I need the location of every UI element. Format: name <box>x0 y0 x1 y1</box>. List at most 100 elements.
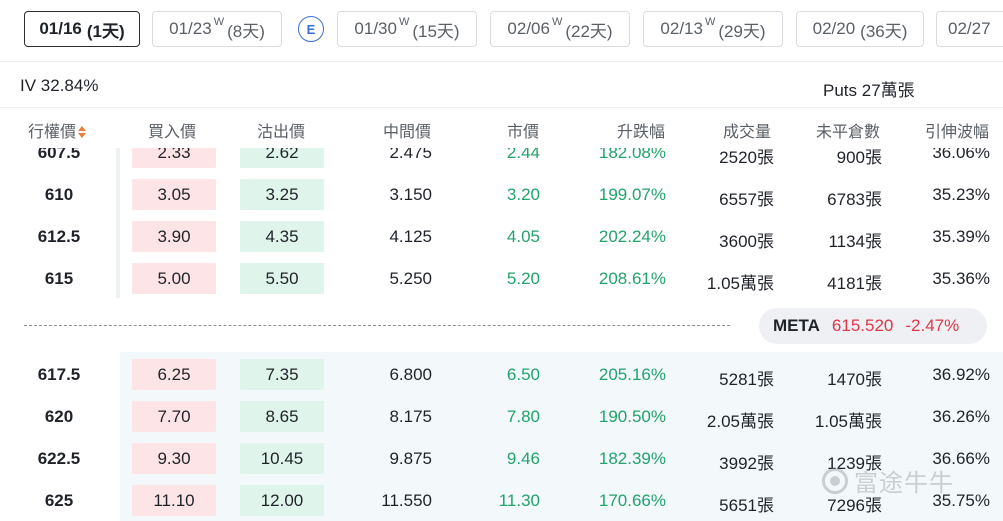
last-price: 11.30 <box>498 491 540 510</box>
bid-price[interactable]: 7.70 <box>132 401 216 432</box>
ask-price[interactable]: 10.45 <box>240 443 324 474</box>
expiry-days: (1天) <box>86 21 125 41</box>
expiry-date: 02/20 <box>812 19 856 38</box>
implied-vol: 36.26% <box>932 407 990 426</box>
strike-price: 622.5 <box>37 449 81 468</box>
column-header-iv: 引伸波幅 <box>925 124 990 141</box>
open-interest: 4181張 <box>827 274 882 293</box>
current-price-divider <box>24 325 730 326</box>
mid-price: 9.875 <box>389 449 432 468</box>
summary-row: IV 32.84% Puts 27萬張 <box>0 62 1003 108</box>
mid-price: 4.125 <box>389 227 432 246</box>
weekly-marker: W <box>398 16 410 28</box>
bid-price[interactable]: 11.10 <box>132 485 216 516</box>
expiry-date: 02/27 <box>948 19 991 38</box>
expiry-tab[interactable]: 02/27 <box>936 11 1003 47</box>
table-row[interactable]: 620 7.70 8.65 8.175 7.80 190.50% 2.05萬張 … <box>0 396 1003 438</box>
table-row[interactable]: 610 3.05 3.25 3.150 3.20 199.07% 6557張 6… <box>0 174 1003 216</box>
column-header-mid: 中間價 <box>383 124 432 141</box>
watermark-text: 富途牛牛 <box>854 470 954 497</box>
last-price: 7.80 <box>506 407 540 426</box>
strike-price: 617.5 <box>37 365 81 384</box>
expiry-tab[interactable]: 02/13 W (29天) <box>643 11 783 47</box>
implied-vol: 35.23% <box>932 185 990 204</box>
volume: 3992張 <box>719 454 774 473</box>
column-header-open-interest: 未平倉數 <box>816 124 881 141</box>
change-percent: 202.24% <box>598 227 666 246</box>
change-percent: 182.39% <box>598 449 666 468</box>
strike-price: 625 <box>44 491 74 510</box>
table-row[interactable]: 607.5 2.33 2.62 2.475 2.44 182.08% 2520張… <box>0 148 1003 174</box>
bid-price[interactable]: 6.25 <box>132 359 216 390</box>
expiry-days: (8天) <box>227 21 265 41</box>
expiry-tab[interactable]: 01/30 W (15天) <box>337 11 477 47</box>
ask-price[interactable]: 3.25 <box>240 179 324 210</box>
expiry-days: (22天) <box>565 21 613 41</box>
column-header-volume: 成交量 <box>723 124 772 141</box>
strike-price: 620 <box>44 407 74 426</box>
last-price: 4.05 <box>506 227 540 246</box>
bid-price[interactable]: 2.33 <box>132 148 216 168</box>
volume: 2520張 <box>719 148 774 167</box>
strike-price: 607.5 <box>37 148 81 162</box>
expiry-tab[interactable]: 01/23 W (8天) <box>152 11 282 47</box>
expiry-date: 02/06 <box>507 19 550 38</box>
table-row[interactable]: 615 5.00 5.50 5.250 5.20 208.61% 1.05萬張 … <box>0 258 1003 298</box>
column-header-change: 升跌幅 <box>617 124 666 141</box>
implied-vol: 36.92% <box>932 365 990 384</box>
implied-vol: 36.06% <box>932 148 990 162</box>
mid-price: 2.475 <box>389 148 432 162</box>
last-price: 3.20 <box>506 185 540 204</box>
expiry-date: 02/13 <box>660 19 703 38</box>
implied-vol: 35.36% <box>932 269 990 288</box>
change-percent: 190.50% <box>598 407 666 426</box>
column-header-ask: 沽出價 <box>257 124 306 141</box>
change-percent: 182.08% <box>598 148 666 162</box>
volume: 6557張 <box>719 190 774 209</box>
mid-price: 5.250 <box>389 269 432 288</box>
table-header: 行權價 買入價 沽出價 中間價 市價 升跌幅 成交量 未平倉數 引伸波幅 <box>0 108 1003 148</box>
volume: 2.05萬張 <box>706 412 774 431</box>
change-percent: 208.61% <box>598 269 666 288</box>
underlying-quote[interactable]: META 615.520 -2.47% <box>759 308 987 344</box>
bid-price[interactable]: 3.90 <box>132 221 216 252</box>
ask-price[interactable]: 8.65 <box>240 401 324 432</box>
bid-price[interactable]: 9.30 <box>132 443 216 474</box>
expiry-tab[interactable]: 01/16 (1天) <box>24 11 140 47</box>
expiry-date: 01/23 <box>169 19 212 38</box>
bid-price[interactable]: 3.05 <box>132 179 216 210</box>
last-price: 2.44 <box>506 148 540 162</box>
ask-price[interactable]: 12.00 <box>240 485 324 516</box>
implied-vol: 35.39% <box>932 227 990 246</box>
ask-price[interactable]: 5.50 <box>240 263 324 294</box>
expiry-tab[interactable]: 02/20 (36天) <box>796 11 924 47</box>
ask-price[interactable]: 4.35 <box>240 221 324 252</box>
weekly-marker: W <box>704 16 716 28</box>
column-header-last: 市價 <box>507 124 540 141</box>
expiry-tabs: 01/16 (1天) 01/23 W (8天) E 01/30 W (15天) 02/06… <box>0 0 1003 62</box>
weekly-marker: W <box>551 16 563 28</box>
expiry-days: (29天) <box>718 21 766 41</box>
open-interest: 1134張 <box>828 232 882 251</box>
options-rows-above: 607.5 2.33 2.62 2.475 2.44 182.08% 2520張… <box>0 148 1003 298</box>
expiry-tab[interactable]: 02/06 W (22天) <box>490 11 630 47</box>
table-row[interactable]: 617.5 6.25 7.35 6.800 6.50 205.16% 5281張… <box>0 354 1003 396</box>
earnings-badge-icon[interactable]: E <box>298 16 324 42</box>
ask-price[interactable]: 2.62 <box>240 148 324 168</box>
futu-logo-icon <box>822 467 848 494</box>
table-row[interactable]: 612.5 3.90 4.35 4.125 4.05 202.24% 3600張… <box>0 216 1003 258</box>
weekly-marker: W <box>213 16 225 28</box>
expiry-days: (15天) <box>412 21 460 41</box>
watermark: 富途牛牛 <box>822 463 954 498</box>
ask-price[interactable]: 7.35 <box>240 359 324 390</box>
last-price: 9.46 <box>506 449 540 468</box>
change-percent: 199.07% <box>598 185 666 204</box>
mid-price: 3.150 <box>389 185 432 204</box>
expiry-date: 01/16 <box>39 19 82 38</box>
mid-price: 11.550 <box>381 491 432 510</box>
sort-icon[interactable] <box>78 126 87 138</box>
open-interest: 6783張 <box>827 190 882 209</box>
column-header-strike[interactable]: 行權價 <box>28 118 87 142</box>
bid-price[interactable]: 5.00 <box>132 263 216 294</box>
underlying-symbol: META <box>773 316 820 335</box>
